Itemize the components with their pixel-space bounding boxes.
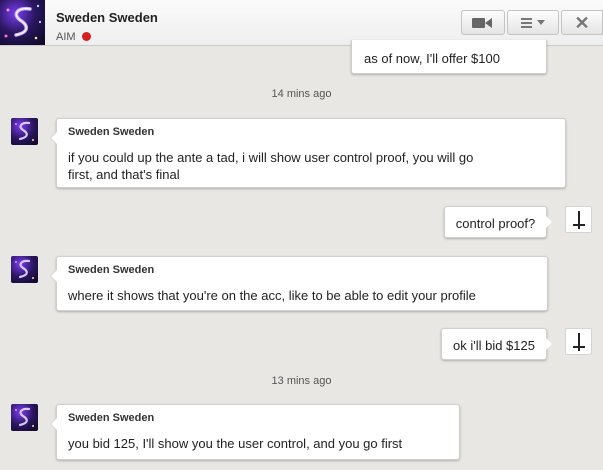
outgoing-message: ok i'll bid $125 [441, 328, 552, 360]
outgoing-message: control proof? [444, 206, 552, 238]
my-avatar[interactable] [565, 328, 592, 355]
status-text: AIM [56, 31, 76, 43]
incoming-message: Sweden Sweden you bid 125, I'll show you… [50, 404, 460, 460]
message-text: as of now, I'll offer $100 [364, 51, 500, 66]
list-icon [521, 17, 545, 28]
timestamp: 14 mins ago [271, 88, 332, 100]
s-logo-icon [4, 4, 41, 40]
sender-name: Sweden Sweden [68, 412, 155, 424]
video-call-button[interactable] [461, 10, 505, 35]
close-button[interactable]: ✕ [561, 10, 603, 35]
cross-icon [572, 210, 585, 229]
message-text: control proof? [455, 216, 536, 231]
message-text: you bid 125, I'll show you the user cont… [68, 436, 403, 451]
contact-name: Sweden Sweden [56, 10, 158, 25]
incoming-message: Sweden Sweden where it shows that you're… [50, 256, 548, 311]
timestamp: 13 mins ago [271, 375, 332, 387]
chevron-down-icon [537, 20, 545, 25]
cross-icon [572, 332, 585, 351]
message-text: where it shows that you're on the acc, l… [68, 288, 476, 303]
s-logo-icon [15, 259, 34, 279]
sender-avatar[interactable] [11, 118, 38, 145]
options-menu-button[interactable] [507, 10, 559, 35]
sender-avatar[interactable] [11, 404, 38, 431]
message-text-line: first, and that's final [68, 167, 180, 182]
my-avatar[interactable] [565, 206, 592, 233]
incoming-message: Sweden Sweden if you could up the ante a… [50, 118, 566, 188]
outgoing-message: as of now, I'll offer $100 [351, 40, 547, 74]
contact-avatar[interactable] [0, 0, 45, 45]
close-icon: ✕ [574, 12, 590, 33]
video-camera-icon [472, 17, 494, 29]
status-offline-dot [82, 32, 91, 41]
sender-name: Sweden Sweden [68, 264, 155, 276]
sender-name: Sweden Sweden [68, 126, 155, 138]
sender-avatar[interactable] [11, 256, 38, 283]
s-logo-icon [15, 121, 34, 141]
message-text-line: if you could up the ante a tad, i will s… [68, 150, 474, 165]
message-text: ok i'll bid $125 [453, 338, 535, 353]
s-logo-icon [15, 407, 34, 427]
